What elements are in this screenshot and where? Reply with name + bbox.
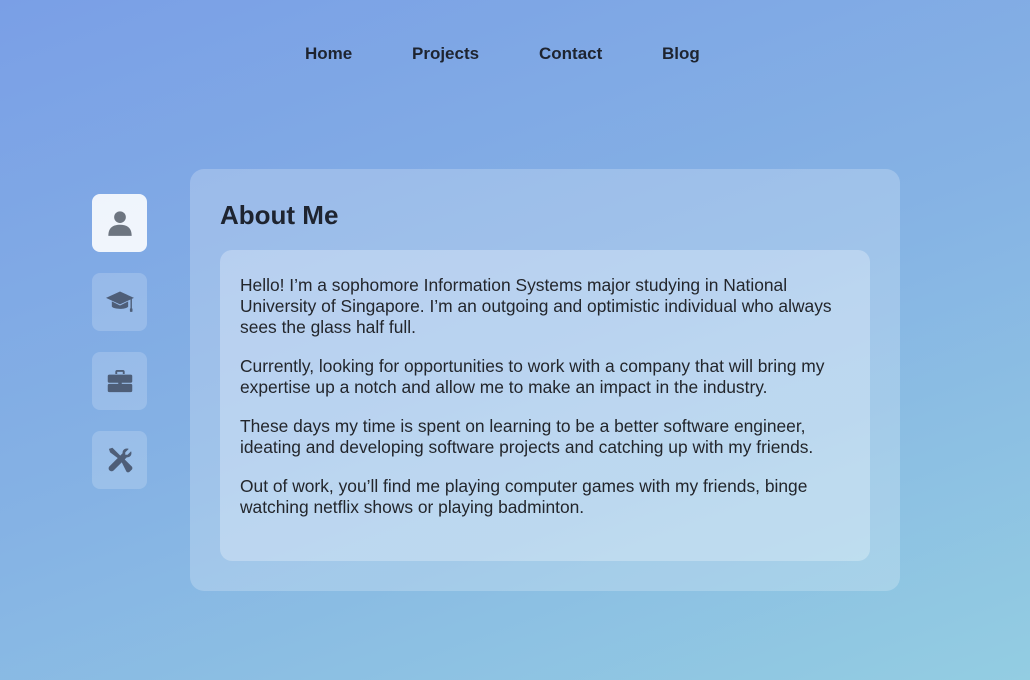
about-paragraph: Out of work, you’ll find me playing comp… bbox=[240, 476, 808, 517]
sidebar-item-skills[interactable] bbox=[92, 431, 147, 489]
nav-link-contact[interactable]: Contact bbox=[539, 44, 602, 64]
about-content: Hello! I’m a sophomore Information Syste… bbox=[220, 250, 870, 561]
about-paragraph: Hello! I’m a sophomore Information Syste… bbox=[240, 275, 832, 337]
page-title: About Me bbox=[220, 200, 339, 230]
sidebar-item-education[interactable] bbox=[92, 273, 147, 331]
nav-link-projects[interactable]: Projects bbox=[412, 44, 479, 64]
user-icon bbox=[107, 211, 132, 236]
graduation-cap-icon bbox=[105, 291, 134, 312]
nav-link-blog[interactable]: Blog bbox=[662, 44, 700, 64]
about-paragraph: Currently, looking for opportunities to … bbox=[240, 356, 825, 397]
about-card: About Me Hello! I’m a sophomore Informat… bbox=[190, 169, 900, 591]
about-paragraph: These days my time is spent on learning … bbox=[240, 416, 814, 457]
sidebar-item-experience[interactable] bbox=[92, 352, 147, 410]
section-sidebar bbox=[92, 194, 147, 489]
nav-link-home[interactable]: Home bbox=[305, 44, 352, 64]
briefcase-icon bbox=[107, 370, 132, 393]
sidebar-item-about[interactable] bbox=[92, 194, 147, 252]
tools-icon bbox=[108, 447, 132, 473]
